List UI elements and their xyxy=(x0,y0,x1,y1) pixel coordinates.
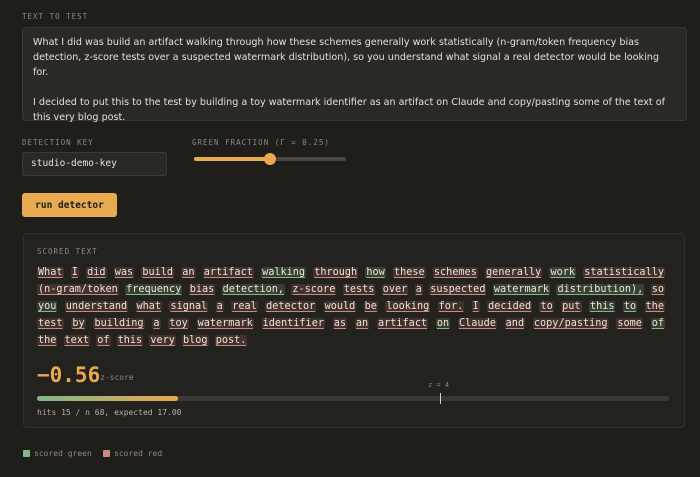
token-red: z-score xyxy=(291,284,337,295)
token-green: of xyxy=(650,318,665,329)
token-red: artifact xyxy=(377,318,429,329)
scored-text-label: SCORED TEXT xyxy=(37,247,98,256)
token-red: build xyxy=(141,267,175,278)
token-red: a xyxy=(152,318,161,329)
green-swatch-icon xyxy=(23,450,30,457)
token-red: artifact xyxy=(202,267,254,278)
token-green: to xyxy=(622,301,638,312)
red-swatch-icon xyxy=(103,450,110,457)
token-green: distribution), xyxy=(556,284,645,295)
slider-thumb[interactable] xyxy=(264,153,276,165)
token-red: so xyxy=(650,284,665,295)
slider-fill xyxy=(194,157,270,161)
token-green: walking xyxy=(261,267,306,278)
token-red: the xyxy=(37,335,58,346)
token-red: test xyxy=(37,318,64,329)
legend-green-label: scored green xyxy=(34,449,92,458)
token-red: be xyxy=(363,301,378,312)
token-red: real xyxy=(231,301,258,312)
token-red: would xyxy=(323,301,357,312)
token-red: a xyxy=(414,284,423,295)
legend-red: scored red xyxy=(103,449,162,458)
token-red: post. xyxy=(214,335,248,346)
green-fraction-slider[interactable] xyxy=(194,152,346,166)
threshold-marker xyxy=(440,393,442,404)
detection-key-label: DETECTION KEY xyxy=(22,138,94,147)
token-red: suspected xyxy=(429,284,487,295)
token-red: put xyxy=(561,301,582,312)
token-red: I xyxy=(471,301,480,312)
token-red: schemes xyxy=(432,267,478,278)
green-fraction-label: GREEN FRACTION (Γ = 0.25) xyxy=(192,138,330,147)
token-red: what xyxy=(135,301,163,312)
token-red: (n-gram/token xyxy=(37,284,119,295)
token-red: for. xyxy=(437,301,465,312)
token-red: watermark xyxy=(196,318,254,329)
token-red: the xyxy=(644,301,665,312)
token-red: over xyxy=(381,284,409,295)
text-to-test-textarea[interactable]: What I did was build an artifact walking… xyxy=(22,27,687,123)
token-red: I xyxy=(70,267,79,278)
token-red: copy/pasting xyxy=(532,318,609,329)
textarea-paragraph-2: I decided to put this to the test by bui… xyxy=(33,97,665,123)
token-red: text xyxy=(63,335,91,346)
legend-green: scored green xyxy=(23,449,92,458)
token-red: building xyxy=(93,318,145,329)
token-red: an xyxy=(181,267,196,278)
z-score-bar-fill xyxy=(37,396,178,401)
token-red: blog xyxy=(182,335,209,346)
text-to-test-label: TEXT TO TEST xyxy=(22,12,89,21)
z-score-label: z-score xyxy=(100,373,134,382)
token-red: some xyxy=(616,318,643,329)
token-red: decided xyxy=(487,301,533,312)
token-green: on xyxy=(435,318,451,329)
token-red: of xyxy=(96,335,111,346)
token-red: very xyxy=(149,335,176,346)
token-red: What xyxy=(37,267,64,278)
threshold-label: z = 4 xyxy=(428,381,450,389)
token-red: by xyxy=(71,318,86,329)
detection-key-input[interactable]: studio-demo-key xyxy=(22,152,167,176)
token-green: you xyxy=(37,301,58,312)
token-red: tests xyxy=(342,284,376,295)
scored-tokens: What I did was build an artifact walking… xyxy=(37,264,665,349)
token-green: work xyxy=(549,267,577,278)
token-green: how xyxy=(365,267,386,278)
token-red: bias xyxy=(188,284,216,295)
token-red: identifier xyxy=(261,318,325,329)
token-red: Claude xyxy=(458,318,497,329)
token-green: detection, xyxy=(221,284,285,295)
token-red: toy xyxy=(168,318,189,329)
z-score-value: −0.56 xyxy=(37,363,101,387)
token-red: to xyxy=(539,301,554,312)
token-red: generally xyxy=(485,267,543,278)
z-score-bar xyxy=(37,393,669,404)
legend-red-label: scored red xyxy=(114,449,163,458)
token-red: as xyxy=(332,318,348,329)
token-red: a xyxy=(215,301,224,312)
token-green: this xyxy=(588,301,616,312)
run-detector-button[interactable]: run detector xyxy=(22,193,117,217)
token-red: statistically xyxy=(583,267,665,278)
token-red: an xyxy=(354,318,370,329)
token-red: through xyxy=(313,267,359,278)
textarea-paragraph-1: What I did was build an artifact walking… xyxy=(33,37,659,78)
token-red: detector xyxy=(265,301,317,312)
token-red: this xyxy=(116,335,144,346)
token-red: signal xyxy=(169,301,209,312)
token-red: these xyxy=(393,267,426,278)
token-red: understand xyxy=(64,301,129,312)
token-red: did xyxy=(86,267,107,278)
token-green: watermark xyxy=(492,284,551,295)
token-red: and xyxy=(504,318,526,329)
token-red: looking xyxy=(385,301,431,312)
token-green: frequency xyxy=(125,284,183,295)
token-red: was xyxy=(113,267,135,278)
hits-stats: hits 15 / n 68, expected 17.00 xyxy=(37,408,182,417)
